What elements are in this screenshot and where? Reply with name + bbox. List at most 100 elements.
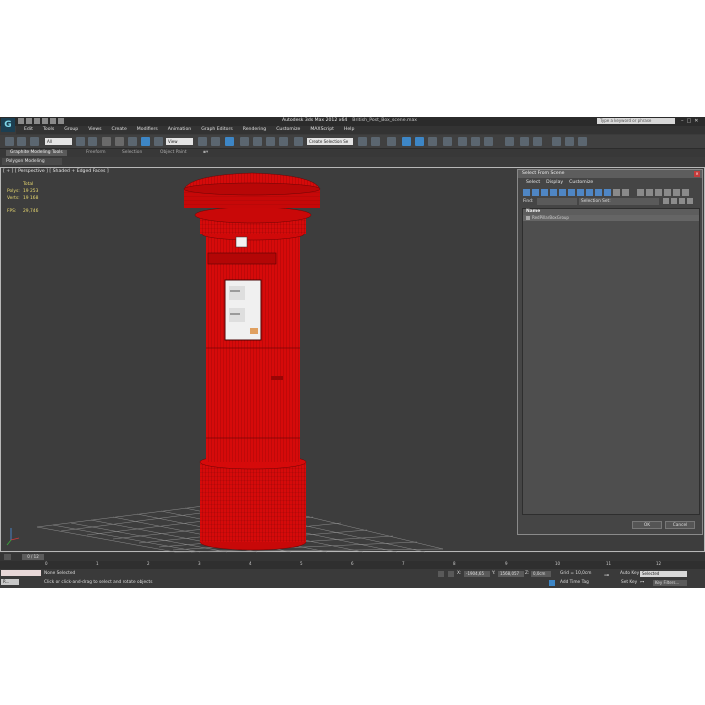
menu-customize[interactable]: Customize [276, 126, 300, 134]
tab-freeform[interactable]: Freeform [86, 150, 106, 156]
edit-named-selection-icon[interactable] [294, 137, 303, 146]
add-time-tag-button[interactable]: Add Time Tag [560, 580, 589, 585]
tab-object-paint[interactable]: Object Paint [160, 150, 187, 156]
snap-3d-icon[interactable] [578, 137, 587, 146]
redo-icon[interactable] [50, 118, 56, 124]
select-object-icon[interactable] [76, 137, 85, 146]
menu-animation[interactable]: Animation [168, 126, 191, 134]
display-bones-icon[interactable] [595, 188, 602, 196]
select-invert-icon[interactable] [655, 188, 662, 196]
display-cameras-icon[interactable] [550, 188, 557, 196]
mirror-icon[interactable] [358, 137, 367, 146]
maximize-button[interactable]: □ [687, 118, 692, 124]
save-file-icon[interactable] [34, 118, 40, 124]
display-groups-icon[interactable] [577, 188, 584, 196]
isolate-icon[interactable] [565, 137, 574, 146]
display-all-icon[interactable] [604, 188, 611, 196]
scale-icon[interactable] [154, 137, 163, 146]
spinner-snap-icon[interactable] [279, 137, 288, 146]
list-item[interactable]: RedPillarBoxGroup [523, 215, 699, 221]
display-none-icon[interactable] [613, 188, 620, 196]
rotate-icon[interactable] [141, 137, 150, 146]
pivot-center-icon[interactable] [198, 137, 207, 146]
menu-help[interactable]: Help [344, 126, 354, 134]
curve-editor-icon[interactable] [415, 137, 424, 146]
new-file-icon[interactable] [18, 118, 24, 124]
select-all-icon[interactable] [637, 188, 644, 196]
key-filters-button[interactable]: Key Filters... [653, 580, 687, 586]
maxscript-listener[interactable] [1, 570, 41, 576]
lock-icon[interactable] [552, 137, 561, 146]
x-coord-field[interactable]: -1904,65 [464, 571, 490, 577]
display-helpers-icon[interactable] [559, 188, 566, 196]
key-mode-icon[interactable]: ⊸ [604, 572, 609, 579]
menu-edit[interactable]: Edit [24, 126, 33, 134]
selection-set-dropdown[interactable]: Selection Set: [579, 198, 659, 205]
mini-curve-editor-icon[interactable] [4, 554, 11, 560]
snaps-toggle-icon[interactable] [240, 137, 249, 146]
viewport-layout-icon[interactable] [505, 137, 514, 146]
help-search-input[interactable]: Type a keyword or phrase [597, 118, 675, 124]
select-by-name-icon[interactable] [88, 137, 97, 146]
graphite-toggle-icon[interactable] [402, 137, 411, 146]
open-file-icon[interactable] [26, 118, 32, 124]
menu-create[interactable]: Create [112, 126, 127, 134]
display-xrefs-icon[interactable] [586, 188, 593, 196]
rectangular-selection-icon[interactable] [102, 137, 111, 146]
set-key-icon[interactable]: ⊶ [640, 580, 644, 585]
menu-graph-editors[interactable]: Graph Editors [201, 126, 233, 134]
display-lights-icon[interactable] [541, 188, 548, 196]
project-folder-icon[interactable] [58, 118, 64, 124]
menu-maxscript[interactable]: MAXScript [310, 126, 334, 134]
link-icon[interactable] [17, 137, 26, 146]
z-coord-field[interactable]: 0,0cm [531, 571, 551, 577]
display-shapes-icon[interactable] [532, 188, 539, 196]
dialog-close-button[interactable]: × [694, 171, 700, 177]
reference-coordinate-dropdown[interactable]: View [166, 138, 193, 145]
selection-filter-dropdown[interactable]: All [45, 138, 72, 145]
display-spacewarps-icon[interactable] [568, 188, 575, 196]
select-none-icon[interactable] [646, 188, 653, 196]
dialog-title-bar[interactable]: Select From Scene × [518, 170, 702, 178]
menu-views[interactable]: Views [88, 126, 101, 134]
maxscript-mini-listener[interactable]: R... [1, 579, 19, 585]
angle-snap-icon[interactable] [253, 137, 262, 146]
options-icon[interactable] [679, 198, 685, 204]
layer-manager-icon[interactable] [387, 137, 396, 146]
application-menu-button[interactable]: G [1, 118, 15, 132]
cancel-button[interactable]: Cancel [665, 521, 695, 529]
unlink-icon[interactable] [30, 137, 39, 146]
render-production-icon[interactable] [484, 137, 493, 146]
tab-graphite-modeling-tools[interactable]: Graphite Modeling Tools [6, 150, 67, 156]
sort-icon[interactable] [663, 198, 669, 204]
find-input[interactable] [537, 198, 577, 205]
undo-icon[interactable] [42, 118, 48, 124]
material-editor-icon[interactable] [443, 137, 452, 146]
schematic-view-icon[interactable] [428, 137, 437, 146]
dialog-menu-display[interactable]: Display [546, 178, 563, 187]
filter-icon[interactable] [673, 188, 680, 196]
scene-object-list[interactable]: Name RedPillarBoxGroup [522, 208, 700, 515]
scene-explorer-icon[interactable] [533, 137, 542, 146]
percent-snap-icon[interactable] [266, 137, 275, 146]
set-key-button[interactable]: Set Key [621, 580, 637, 585]
rendered-frame-window-icon[interactable] [471, 137, 480, 146]
ribbon-options-icon[interactable]: ▪▾ [203, 150, 208, 156]
time-slider[interactable]: 0 / 12 [22, 554, 44, 560]
y-coord-field[interactable]: 1568,057 [498, 571, 524, 577]
menu-tools[interactable]: Tools [43, 126, 54, 134]
move-icon[interactable] [128, 137, 137, 146]
ok-button[interactable]: OK [632, 521, 662, 529]
named-selection-dropdown[interactable]: Create Selection Se [307, 138, 353, 145]
select-manipulate-icon[interactable] [211, 137, 220, 146]
align-icon[interactable] [371, 137, 380, 146]
render-setup-icon[interactable] [458, 137, 467, 146]
auto-key-button[interactable]: Auto Key [620, 571, 639, 576]
absolute-mode-icon[interactable] [448, 571, 454, 577]
expand-icon[interactable] [687, 198, 693, 204]
dialog-menu-customize[interactable]: Customize [569, 178, 593, 187]
menu-rendering[interactable]: Rendering [243, 126, 266, 134]
track-bar[interactable]: 0 1 2 3 4 5 6 7 8 9 10 11 12 [0, 561, 705, 569]
filter-options-icon[interactable] [682, 188, 689, 196]
menu-modifiers[interactable]: Modifiers [137, 126, 158, 134]
